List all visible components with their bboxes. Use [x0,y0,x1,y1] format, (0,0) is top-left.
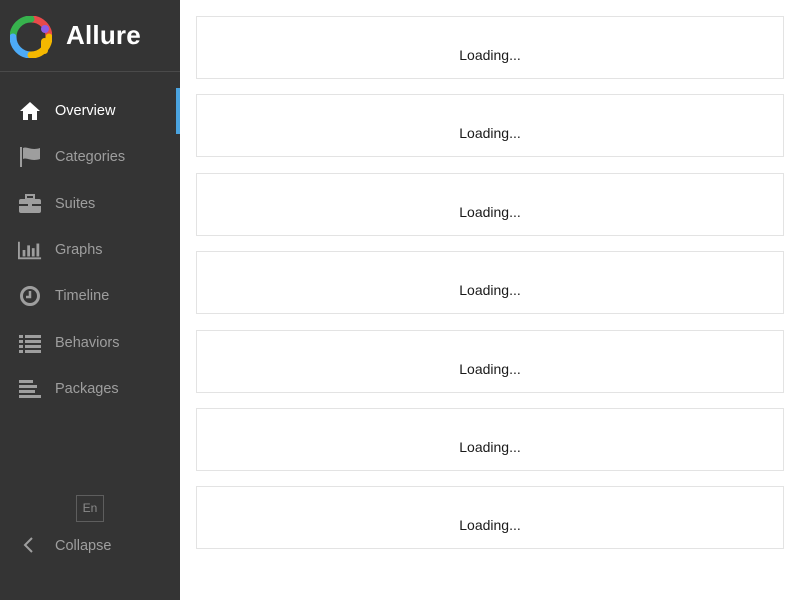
clock-icon [18,284,42,308]
collapse-button[interactable]: Collapse [0,530,180,560]
briefcase-icon [18,192,42,216]
chevron-left-icon [23,537,33,553]
widget-card: Loading... [196,330,784,393]
allure-logo-icon [10,16,52,58]
widget-card: Loading... [196,173,784,236]
loading-text: Loading... [459,517,521,533]
sidebar-item-categories[interactable]: Categories [0,134,180,180]
home-icon [18,99,42,123]
bar-chart-icon [18,238,42,262]
collapse-label: Collapse [55,538,112,554]
align-left-icon [18,377,42,401]
sidebar-item-graphs[interactable]: Graphs [0,227,180,273]
sidebar-nav: Overview Categories Suites Graphs Timeli… [0,88,180,412]
widget-card: Loading... [196,16,784,79]
sidebar-item-behaviors[interactable]: Behaviors [0,319,180,365]
loading-text: Loading... [459,204,521,220]
sidebar-item-packages[interactable]: Packages [0,366,180,412]
widget-card: Loading... [196,408,784,471]
language-switch[interactable]: En [76,495,104,522]
sidebar-item-label: Suites [55,195,96,212]
flag-icon [18,145,42,169]
sidebar-item-label: Packages [55,380,119,397]
loading-text: Loading... [459,361,521,377]
sidebar-item-suites[interactable]: Suites [0,181,180,227]
list-icon [18,331,42,355]
loading-text: Loading... [459,125,521,141]
sidebar-item-label: Behaviors [55,334,120,351]
sidebar-item-label: Timeline [55,288,110,305]
sidebar-item-label: Graphs [55,242,103,259]
main-content: Loading... Loading... Loading... Loading… [180,0,800,600]
loading-text: Loading... [459,282,521,298]
widget-card: Loading... [196,94,784,157]
widget-card: Loading... [196,486,784,549]
brand[interactable]: Allure [0,0,180,72]
loading-text: Loading... [459,439,521,455]
sidebar-item-label: Overview [55,103,116,120]
sidebar: Allure Overview Categories Suites Graphs… [0,0,180,600]
app-name: Allure [66,20,141,50]
sidebar-item-label: Categories [55,149,126,166]
widget-card: Loading... [196,251,784,314]
sidebar-item-timeline[interactable]: Timeline [0,273,180,319]
sidebar-item-overview[interactable]: Overview [0,88,180,134]
loading-text: Loading... [459,47,521,63]
